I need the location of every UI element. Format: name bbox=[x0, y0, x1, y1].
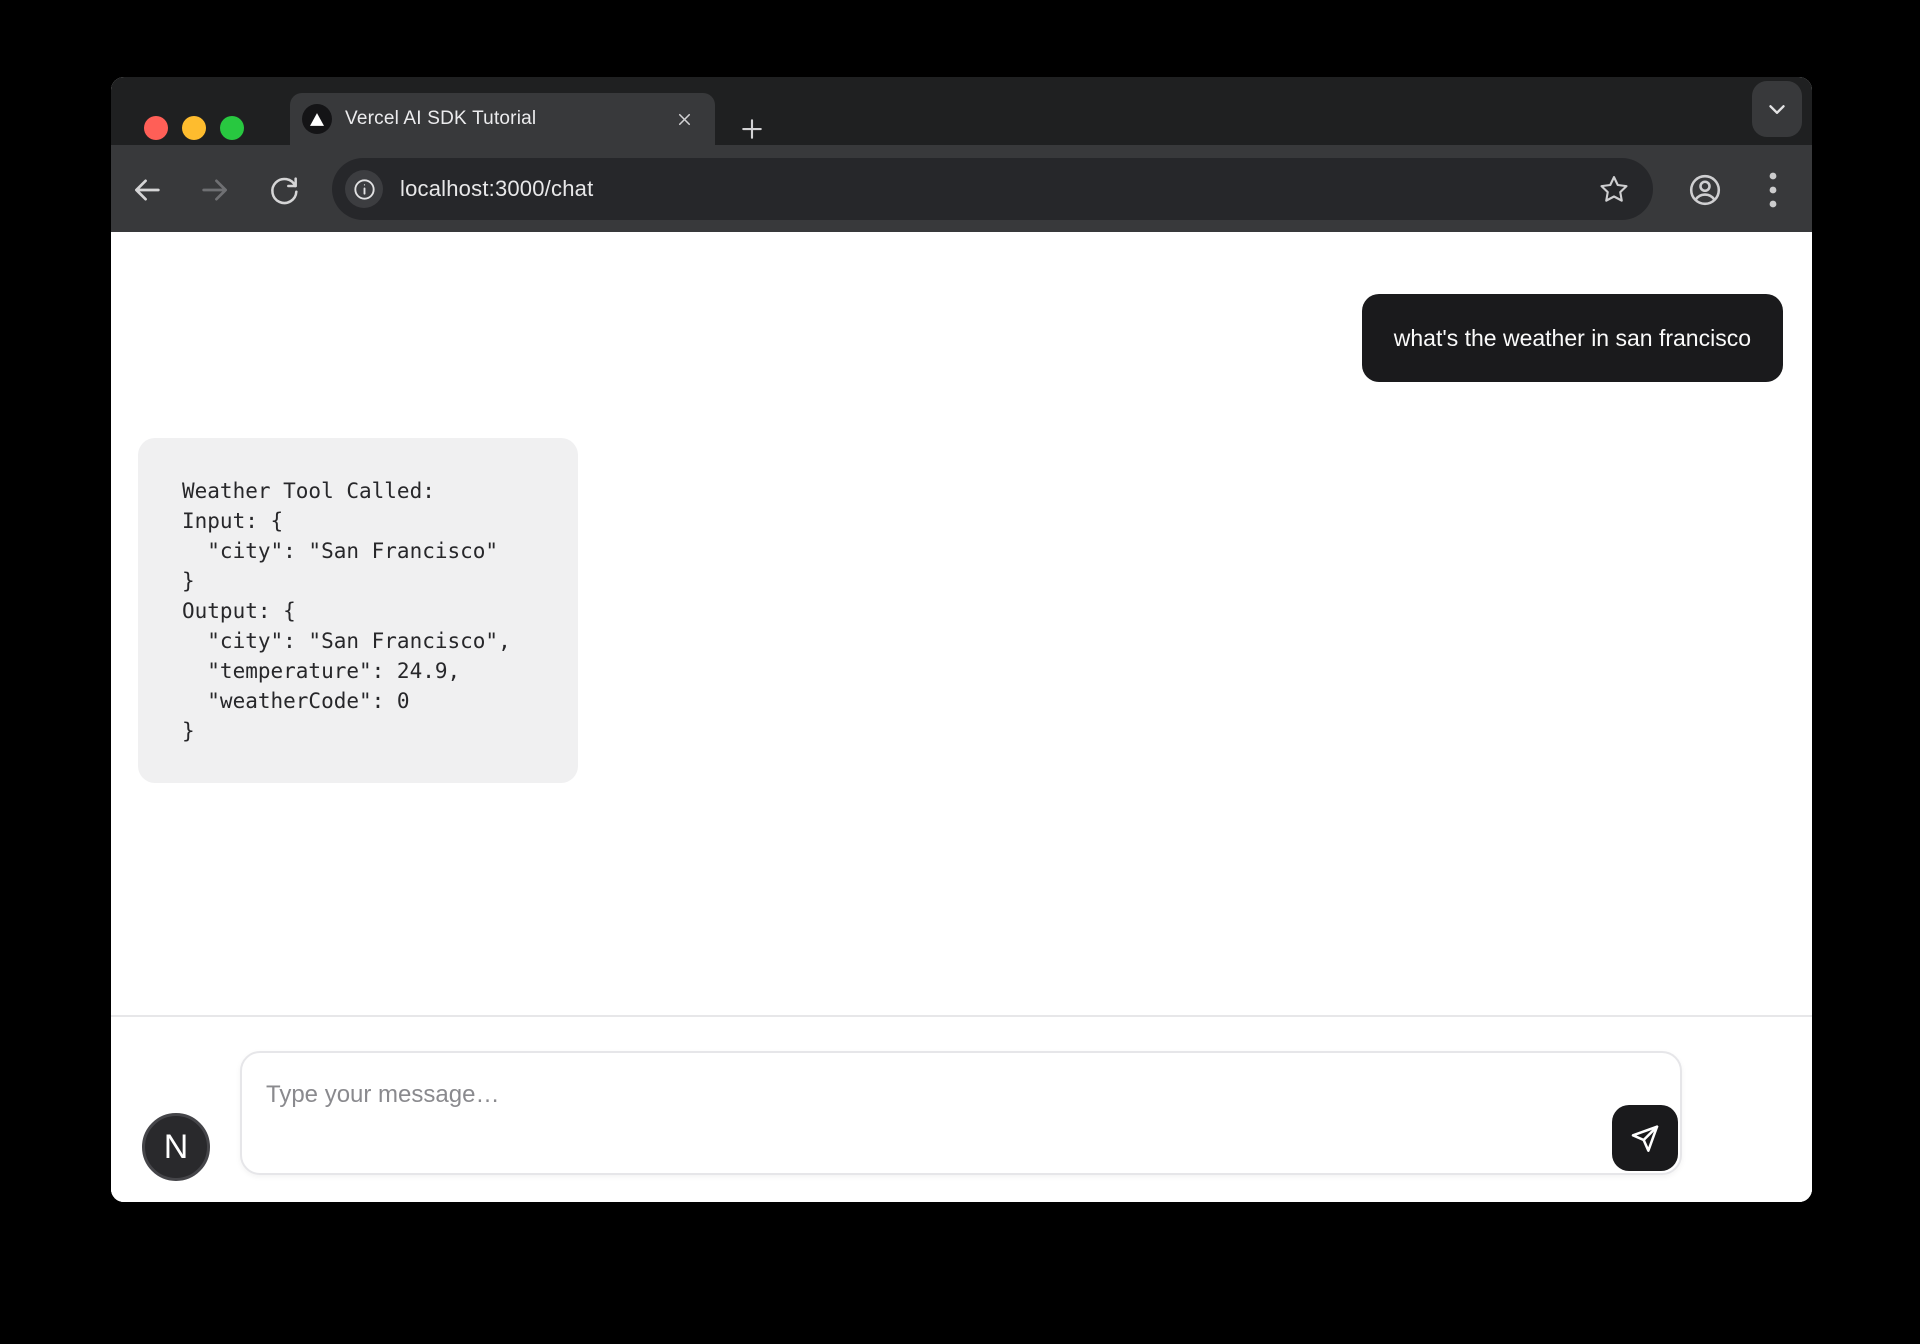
forward-arrow-icon bbox=[198, 173, 232, 207]
zoom-window-button[interactable] bbox=[220, 116, 244, 140]
address-bar[interactable]: localhost:3000/chat bbox=[332, 158, 1653, 220]
minimize-window-button[interactable] bbox=[182, 116, 206, 140]
send-button[interactable] bbox=[1612, 1105, 1678, 1171]
navigation-bar: localhost:3000/chat bbox=[111, 145, 1812, 232]
back-arrow-icon bbox=[130, 173, 164, 207]
url-text[interactable]: localhost:3000/chat bbox=[400, 176, 593, 202]
browser-menu-button[interactable] bbox=[1759, 169, 1787, 211]
close-window-button[interactable] bbox=[144, 116, 168, 140]
new-tab-button[interactable] bbox=[731, 113, 773, 145]
tab-vercel-ai-sdk-tutorial[interactable]: Vercel AI SDK Tutorial bbox=[290, 93, 715, 145]
reload-button[interactable] bbox=[266, 173, 300, 207]
chevron-down-icon bbox=[1764, 96, 1790, 122]
site-info-button[interactable] bbox=[345, 170, 383, 208]
avatar: N bbox=[142, 1113, 210, 1181]
forward-button[interactable] bbox=[198, 173, 232, 207]
vercel-triangle-icon bbox=[302, 104, 332, 134]
paper-plane-icon bbox=[1629, 1122, 1661, 1154]
profile-icon bbox=[1687, 172, 1723, 208]
back-button[interactable] bbox=[130, 173, 164, 207]
avatar-letter: N bbox=[164, 1128, 189, 1167]
composer-bar: N bbox=[111, 1017, 1812, 1202]
chat-page: what's the weather in san francisco Weat… bbox=[111, 232, 1812, 1202]
tool-output-card: Weather Tool Called: Input: { "city": "S… bbox=[138, 438, 578, 783]
browser-window: Vercel AI SDK Tutorial bbox=[111, 77, 1812, 1202]
reload-icon bbox=[267, 174, 299, 206]
profile-button[interactable] bbox=[1687, 172, 1723, 208]
close-tab-icon[interactable] bbox=[669, 104, 699, 134]
message-input[interactable] bbox=[242, 1053, 1680, 1173]
tab-search-button[interactable] bbox=[1752, 81, 1802, 137]
tool-output-text: Weather Tool Called: Input: { "city": "S… bbox=[182, 476, 578, 746]
tab-title: Vercel AI SDK Tutorial bbox=[345, 108, 669, 130]
bookmark-star-icon[interactable] bbox=[1599, 174, 1629, 204]
user-message-bubble: what's the weather in san francisco bbox=[1362, 294, 1783, 382]
kebab-menu-icon bbox=[1769, 171, 1777, 209]
titlebar: Vercel AI SDK Tutorial bbox=[111, 77, 1812, 145]
message-input-container bbox=[240, 1051, 1682, 1175]
traffic-lights bbox=[144, 116, 244, 140]
info-icon bbox=[352, 177, 377, 202]
